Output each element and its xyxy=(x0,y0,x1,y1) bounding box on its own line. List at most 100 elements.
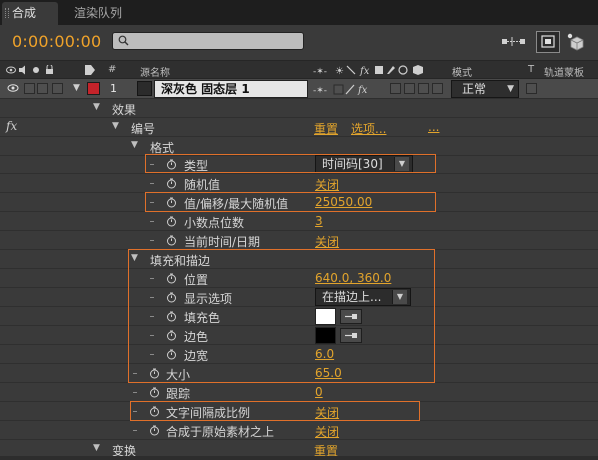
chevron-down-icon[interactable]: ▼ xyxy=(73,83,80,93)
stopwatch-icon[interactable] xyxy=(149,368,160,379)
preserve-transparency-toggle[interactable] xyxy=(526,83,537,94)
stopwatch-icon[interactable] xyxy=(166,159,177,170)
stopwatch-icon[interactable] xyxy=(149,425,160,436)
stopwatch-icon[interactable] xyxy=(149,387,160,398)
solid-layer-icon xyxy=(137,81,152,96)
switch-box[interactable] xyxy=(404,83,415,94)
column-t[interactable]: T xyxy=(528,64,534,75)
fill-color-swatch[interactable] xyxy=(315,308,336,325)
tree-connector xyxy=(150,164,154,165)
display-options-dropdown[interactable]: 在描边上... ▼ xyxy=(315,288,411,306)
bottom-edge xyxy=(0,456,598,460)
property-label: 当前时间/日期 xyxy=(184,235,261,249)
switch-box[interactable] xyxy=(432,83,443,94)
property-row-random[interactable]: 随机值 关闭 xyxy=(0,174,598,193)
switch-box[interactable] xyxy=(418,83,429,94)
eyedropper-icon[interactable] xyxy=(340,328,362,343)
layer-switches-icons[interactable]: -✶- ☀ fx xyxy=(313,64,433,76)
chevron-down-icon[interactable]: ▼ xyxy=(131,253,138,263)
property-row-composite[interactable]: 合成于原始素材之上 关闭 xyxy=(0,421,598,440)
column-mode[interactable]: 模式 xyxy=(452,64,472,79)
layer-name[interactable]: 深灰色 固态层 1 xyxy=(154,80,308,98)
av-features-icons[interactable] xyxy=(6,65,66,75)
column-track-matte[interactable]: 轨道蒙板 xyxy=(544,64,584,79)
property-row-type[interactable]: 类型 时间码[30] ▼ xyxy=(0,155,598,174)
property-value[interactable]: 640.0, 360.0 xyxy=(315,271,391,285)
column-layer-number: # xyxy=(108,64,117,75)
options-link[interactable]: 选项... xyxy=(351,120,386,137)
effects-group-row[interactable]: ▼ 效果 xyxy=(0,99,598,118)
property-label: 大小 xyxy=(166,368,191,382)
reset-link[interactable]: 重置 xyxy=(314,120,338,137)
chevron-down-icon[interactable]: ▼ xyxy=(93,443,100,453)
property-row-position[interactable]: 位置 640.0, 360.0 xyxy=(0,269,598,288)
stopwatch-icon[interactable] xyxy=(166,178,177,189)
stopwatch-icon[interactable] xyxy=(166,311,177,322)
stopwatch-icon[interactable] xyxy=(166,235,177,246)
property-row-value[interactable]: 值/偏移/最大随机值 25050.00 xyxy=(0,193,598,212)
property-label: 填充色 xyxy=(184,311,221,325)
panel-grip-icon[interactable] xyxy=(5,8,9,18)
layer-row[interactable]: ▼ 1 深灰色 固态层 1 -✶- fx 正常 ▼ xyxy=(0,79,598,99)
property-value[interactable]: 关闭 xyxy=(315,423,339,440)
property-row-decimals[interactable]: 小数点位数 3 xyxy=(0,212,598,231)
layer-label-color[interactable] xyxy=(87,82,100,95)
stopwatch-icon[interactable] xyxy=(166,330,177,341)
stopwatch-icon[interactable] xyxy=(149,406,160,417)
type-dropdown[interactable]: 时间码[30] ▼ xyxy=(315,155,413,173)
property-label: 跟踪 xyxy=(166,387,191,401)
live-update-toggle[interactable] xyxy=(536,31,560,53)
property-value[interactable]: 3 xyxy=(315,214,323,228)
stopwatch-icon[interactable] xyxy=(166,216,177,227)
timeline-toolbar: 0:00:00:00 xyxy=(0,25,598,60)
chevron-down-icon[interactable]: ▼ xyxy=(131,140,138,150)
stopwatch-icon[interactable] xyxy=(166,292,177,303)
property-value[interactable]: 关闭 xyxy=(315,233,339,250)
chevron-down-icon[interactable]: ▼ xyxy=(93,102,100,112)
blend-mode-dropdown[interactable]: 正常 ▼ xyxy=(451,80,519,98)
switch-box[interactable] xyxy=(390,83,401,94)
fill-stroke-group-row[interactable]: ▼ 填充和描边 xyxy=(0,250,598,269)
about-link[interactable]: ... xyxy=(428,120,439,134)
chevron-down-icon[interactable]: ▼ xyxy=(112,121,119,131)
current-time-display[interactable]: 0:00:00:00 xyxy=(12,32,101,51)
property-row-display[interactable]: 显示选项 在描边上... ▼ xyxy=(0,288,598,307)
3d-draft-icon[interactable] xyxy=(565,31,587,53)
search-input[interactable] xyxy=(112,32,304,50)
svg-text:fx: fx xyxy=(357,85,368,95)
property-value[interactable]: 6.0 xyxy=(315,347,334,361)
fx-icon[interactable]: fx xyxy=(6,119,17,133)
property-row-stroke-color[interactable]: 边色 xyxy=(0,326,598,345)
layer-switches[interactable]: -✶- fx xyxy=(313,84,373,95)
stopwatch-icon[interactable] xyxy=(166,349,177,360)
tab-composition-1[interactable]: 合成 1× xyxy=(2,2,58,42)
property-row-proportional[interactable]: 文字间隔成比例 关闭 xyxy=(0,402,598,421)
property-value[interactable]: 关闭 xyxy=(315,176,339,193)
format-group-row[interactable]: ▼ 格式 xyxy=(0,137,598,156)
stroke-color-swatch[interactable] xyxy=(315,327,336,344)
property-row-current-time[interactable]: 当前时间/日期 关闭 xyxy=(0,231,598,250)
property-value[interactable]: 关闭 xyxy=(315,404,339,421)
eyedropper-icon[interactable] xyxy=(340,309,362,324)
audio-toggle[interactable] xyxy=(24,83,35,94)
property-value[interactable]: 65.0 xyxy=(315,366,342,380)
effect-numbers-row[interactable]: fx ▼ 编号 重置 选项... ... xyxy=(0,118,598,137)
property-row-tracking[interactable]: 跟踪 0 xyxy=(0,383,598,402)
property-row-size[interactable]: 大小 65.0 xyxy=(0,364,598,383)
stopwatch-icon[interactable] xyxy=(166,197,177,208)
property-label: 显示选项 xyxy=(184,292,233,306)
comp-flowchart-icon[interactable] xyxy=(500,31,528,53)
label-tag-icon[interactable] xyxy=(84,64,96,76)
tree-connector xyxy=(150,354,154,355)
lock-toggle[interactable] xyxy=(52,83,63,94)
property-value[interactable]: 25050.00 xyxy=(315,195,372,209)
tab-render-queue[interactable]: 渲染队列 xyxy=(64,2,122,25)
solo-toggle[interactable] xyxy=(37,83,48,94)
column-source-name[interactable]: 源名称 xyxy=(140,64,170,79)
stopwatch-icon[interactable] xyxy=(166,273,177,284)
property-value[interactable]: 0 xyxy=(315,385,323,399)
property-label: 值/偏移/最大随机值 xyxy=(184,197,289,211)
property-row-stroke-width[interactable]: 边宽 6.0 xyxy=(0,345,598,364)
property-row-fill-color[interactable]: 填充色 xyxy=(0,307,598,326)
eye-icon[interactable] xyxy=(7,83,19,93)
